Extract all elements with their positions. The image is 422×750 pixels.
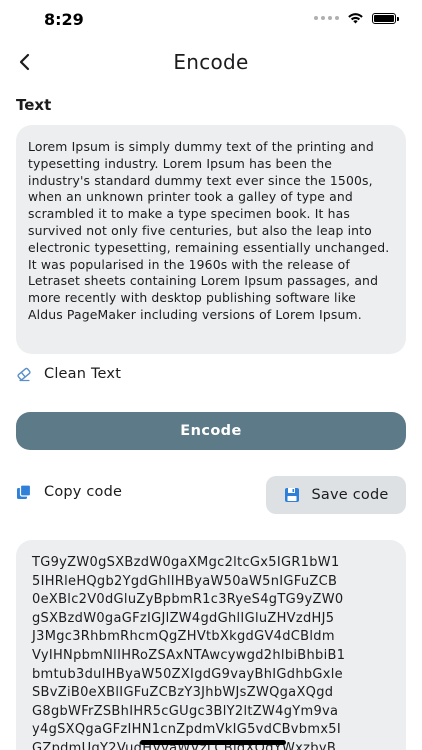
encode-button[interactable]: Encode bbox=[16, 412, 406, 450]
encoded-output-line: J3Mgc3RhbmRhcmQgZHVtbXkgdGV4dCBldm bbox=[32, 629, 335, 645]
save-code-button[interactable]: Save code bbox=[266, 476, 406, 514]
floppy-disk-icon bbox=[284, 488, 299, 502]
clean-text-button[interactable]: Clean Text bbox=[16, 366, 121, 382]
home-indicator[interactable] bbox=[140, 740, 286, 745]
save-code-label: Save code bbox=[311, 487, 389, 503]
cellular-signal-icon bbox=[314, 16, 339, 20]
copy-code-button[interactable]: Copy code bbox=[16, 484, 122, 500]
encoded-output-line: VyIHNpbmNlIHRoZSAxNTAwcywgd2hlbiBhbiB1 bbox=[32, 647, 346, 663]
wifi-icon bbox=[348, 13, 363, 24]
status-time: 8:29 bbox=[44, 10, 84, 29]
status-bar: 8:29 bbox=[0, 0, 422, 40]
navigation-bar: Encode bbox=[0, 44, 422, 80]
encoded-output-area[interactable]: TG9yZW0gSXBzdW0gaXMgc2ltcGx5IGR1bW1 5IHR… bbox=[16, 540, 406, 750]
text-input-area[interactable]: Lorem Ipsum is simply dummy text of the … bbox=[16, 125, 406, 354]
encoded-output-line: y4gSXQgaGFzIHN1cnZpdmVkIG5vdCBvbmx5I bbox=[32, 722, 342, 738]
page-title: Encode bbox=[173, 50, 249, 74]
encoded-output-line: TG9yZW0gSXBzdW0gaXMgc2ltcGx5IGR1bW1 bbox=[32, 555, 340, 570]
status-icons bbox=[314, 12, 399, 24]
encoded-output-line: bmtub3duIHByaW50ZXIgdG9vayBhIGdhbGxle bbox=[32, 666, 343, 682]
copy-code-label: Copy code bbox=[44, 484, 123, 500]
text-section-label: Text bbox=[16, 96, 52, 114]
encoded-output-line: 5IHRleHQgb2YgdGhlIHByaW50aW5nIGFuZCB bbox=[32, 573, 338, 589]
battery-icon bbox=[372, 12, 399, 24]
encoded-output-line: SBvZiB0eXBlIGFuZCBzY3JhbWJsZWQgaXQgd bbox=[32, 685, 334, 701]
eraser-icon bbox=[17, 367, 31, 382]
copy-icon bbox=[17, 484, 32, 499]
encoded-output-line: G8gbWFrZSBhIHR5cGUgc3BlY2ltZW4gYm9va bbox=[32, 703, 339, 719]
encoded-output-line: 0eXBlc2V0dGluZyBpbmR1c3RyeS4gTG9yZW0 bbox=[32, 592, 344, 608]
clean-text-label: Clean Text bbox=[44, 366, 122, 382]
encoded-output-line: gSXBzdW0gaGFzIGJlZW4gdGhlIGluZHVzdHJ5 bbox=[32, 610, 335, 626]
text-input-content: Lorem Ipsum is simply dummy text of the … bbox=[28, 139, 390, 322]
